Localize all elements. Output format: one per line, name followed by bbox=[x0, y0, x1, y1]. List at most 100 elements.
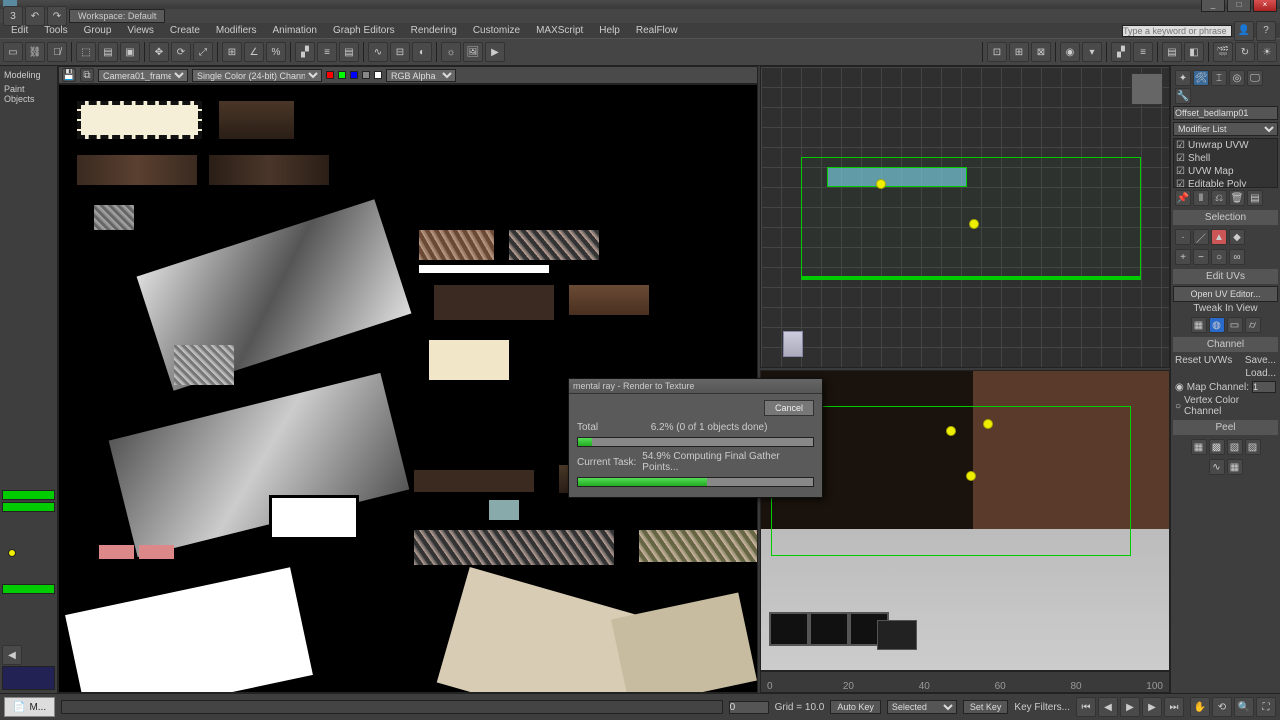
layer-swatch[interactable] bbox=[8, 549, 16, 557]
create-tab-icon[interactable]: ✦ bbox=[1175, 70, 1191, 86]
signin-icon[interactable]: 👤 bbox=[1234, 21, 1254, 41]
workspace-tab[interactable]: Workspace: Default bbox=[69, 9, 165, 23]
keyfilters-button[interactable]: Key Filters... bbox=[1014, 702, 1070, 713]
loop-icon[interactable]: ∞ bbox=[1229, 249, 1245, 265]
prev-frame-icon[interactable]: ◀ bbox=[1098, 697, 1118, 717]
angle-snap-icon[interactable]: ∠ bbox=[244, 42, 264, 62]
select-name-icon[interactable]: ▤ bbox=[98, 42, 118, 62]
select-icon[interactable]: ▭ bbox=[3, 42, 23, 62]
modify-tab-icon[interactable]: 🛠 bbox=[1193, 70, 1209, 86]
snap3-icon[interactable]: ⊞ bbox=[1009, 42, 1029, 62]
zoom-icon[interactable]: 🔍 bbox=[1234, 697, 1254, 717]
menu-rendering[interactable]: Rendering bbox=[404, 24, 464, 37]
relax-icon[interactable]: ∿ bbox=[1209, 459, 1225, 475]
create-sel-icon[interactable]: ◉ bbox=[1060, 42, 1080, 62]
menu-tools[interactable]: Tools bbox=[37, 24, 74, 37]
graphite-icon[interactable]: ◧ bbox=[1184, 42, 1204, 62]
rotate-icon[interactable]: ⟳ bbox=[171, 42, 191, 62]
time-slider[interactable] bbox=[61, 700, 722, 714]
autokey-button[interactable]: Auto Key bbox=[830, 700, 881, 714]
menu-group[interactable]: Group bbox=[77, 24, 119, 37]
shrink-icon[interactable]: − bbox=[1193, 249, 1209, 265]
peel4-icon[interactable]: ▨ bbox=[1245, 439, 1261, 455]
menu-create[interactable]: Create bbox=[163, 24, 207, 37]
section-channel[interactable]: Channel bbox=[1173, 337, 1278, 352]
undo-icon[interactable]: ↶ bbox=[25, 6, 45, 26]
map-channel-input[interactable] bbox=[1252, 381, 1276, 393]
layer-swatch[interactable] bbox=[2, 490, 55, 500]
menu-help[interactable]: Help bbox=[592, 24, 627, 37]
material-editor-icon[interactable]: ◐ bbox=[412, 42, 432, 62]
time-ruler[interactable]: 020406080100 bbox=[760, 671, 1170, 693]
channel-g-icon[interactable] bbox=[338, 71, 346, 79]
select-region-icon[interactable]: ▣ bbox=[120, 42, 140, 62]
motion-tab-icon[interactable]: ◎ bbox=[1229, 70, 1245, 86]
menu-views[interactable]: Views bbox=[120, 24, 161, 37]
pelt-icon[interactable]: ◍ bbox=[1209, 317, 1225, 333]
play-icon[interactable]: ▶ bbox=[1120, 697, 1140, 717]
channel-rgb-icon[interactable] bbox=[374, 71, 382, 79]
close-button[interactable]: × bbox=[1253, 0, 1277, 12]
clone-icon[interactable]: ⧉ bbox=[80, 68, 94, 82]
channel-b-icon[interactable] bbox=[350, 71, 358, 79]
link-icon[interactable]: ⛓ bbox=[25, 42, 45, 62]
help-icon[interactable]: ? bbox=[1256, 21, 1276, 41]
activeshade-icon[interactable]: ☀ bbox=[1257, 42, 1277, 62]
render-prod-icon[interactable]: 🎬 bbox=[1213, 42, 1233, 62]
select-object-icon[interactable]: ⬚ bbox=[76, 42, 96, 62]
layer-swatch[interactable] bbox=[2, 502, 55, 512]
modifier-list-select[interactable]: Modifier List bbox=[1173, 122, 1278, 136]
render-setup-icon[interactable]: ☼ bbox=[441, 42, 461, 62]
mirror2-icon[interactable]: ▞ bbox=[1111, 42, 1131, 62]
rail-button[interactable] bbox=[2, 666, 55, 690]
menu-animation[interactable]: Animation bbox=[265, 24, 323, 37]
configure-icon[interactable]: ▤ bbox=[1247, 190, 1263, 206]
maximize-button[interactable]: □ bbox=[1227, 0, 1251, 12]
setkey-button[interactable]: Set Key bbox=[963, 700, 1009, 714]
viewport-top[interactable] bbox=[760, 66, 1170, 368]
dialog-title[interactable]: mental ray - Render to Texture bbox=[569, 379, 822, 394]
face-subobj-icon[interactable]: ▲ bbox=[1211, 229, 1227, 245]
modifier-stack[interactable]: ☑Unwrap UVW ☑Shell ☑UVW Map ☑Editable Po… bbox=[1173, 138, 1278, 188]
pin-stack-icon[interactable]: 📌 bbox=[1175, 190, 1191, 206]
collapse-icon[interactable]: ◀ bbox=[2, 645, 22, 665]
manage-layers-icon[interactable]: ▤ bbox=[1162, 42, 1182, 62]
maximize-vp-icon[interactable]: ⛶ bbox=[1256, 697, 1276, 717]
peel2-icon[interactable]: ▩ bbox=[1209, 439, 1225, 455]
display-tab-icon[interactable]: 🖵 bbox=[1247, 70, 1263, 86]
layer-swatch[interactable] bbox=[2, 584, 55, 594]
frame-input[interactable] bbox=[729, 701, 769, 714]
selset-icon[interactable]: ▾ bbox=[1082, 42, 1102, 62]
render-icon[interactable]: ▶ bbox=[485, 42, 505, 62]
taskbar-tab[interactable]: 📄M... bbox=[4, 697, 55, 717]
move-icon[interactable]: ✥ bbox=[149, 42, 169, 62]
vertex-subobj-icon[interactable]: · bbox=[1175, 229, 1191, 245]
section-edituvs[interactable]: Edit UVs bbox=[1173, 269, 1278, 284]
next-frame-icon[interactable]: ▶ bbox=[1142, 697, 1162, 717]
menu-maxscript[interactable]: MAXScript bbox=[529, 24, 590, 37]
render-iter-icon[interactable]: ↻ bbox=[1235, 42, 1255, 62]
reset-uvws-button[interactable]: Reset UVWs bbox=[1175, 355, 1232, 366]
percent-snap-icon[interactable]: % bbox=[266, 42, 286, 62]
schematic-icon[interactable]: ⊟ bbox=[390, 42, 410, 62]
app-menu-button[interactable]: 3 bbox=[3, 6, 23, 26]
scale-icon[interactable]: ⤢ bbox=[193, 42, 213, 62]
unique-icon[interactable]: ⎌ bbox=[1211, 190, 1227, 206]
orbit-icon[interactable]: ⟲ bbox=[1212, 697, 1232, 717]
render-frame-icon[interactable]: 🖼 bbox=[463, 42, 483, 62]
preset-select[interactable]: Single Color (24-bit) Channel bbox=[192, 69, 322, 82]
remove-mod-icon[interactable]: 🗑 bbox=[1229, 190, 1245, 206]
menu-grapheditors[interactable]: Graph Editors bbox=[326, 24, 402, 37]
curve-editor-icon[interactable]: ∿ bbox=[368, 42, 388, 62]
redo-icon[interactable]: ↷ bbox=[47, 6, 67, 26]
load-uvws-button[interactable]: Load... bbox=[1245, 368, 1276, 379]
goto-start-icon[interactable]: ⏮ bbox=[1076, 697, 1096, 717]
cancel-button[interactable]: Cancel bbox=[764, 400, 814, 416]
mirror-icon[interactable]: ▞ bbox=[295, 42, 315, 62]
edge-subobj-icon[interactable]: ／ bbox=[1193, 229, 1209, 245]
camera-select[interactable]: Camera01_frame bbox=[98, 69, 188, 82]
channel-r-icon[interactable] bbox=[326, 71, 334, 79]
peel1-icon[interactable]: ▦ bbox=[1191, 439, 1207, 455]
show-end-icon[interactable]: Ⅱ bbox=[1193, 190, 1209, 206]
snap-toggle-icon[interactable]: ⊞ bbox=[222, 42, 242, 62]
